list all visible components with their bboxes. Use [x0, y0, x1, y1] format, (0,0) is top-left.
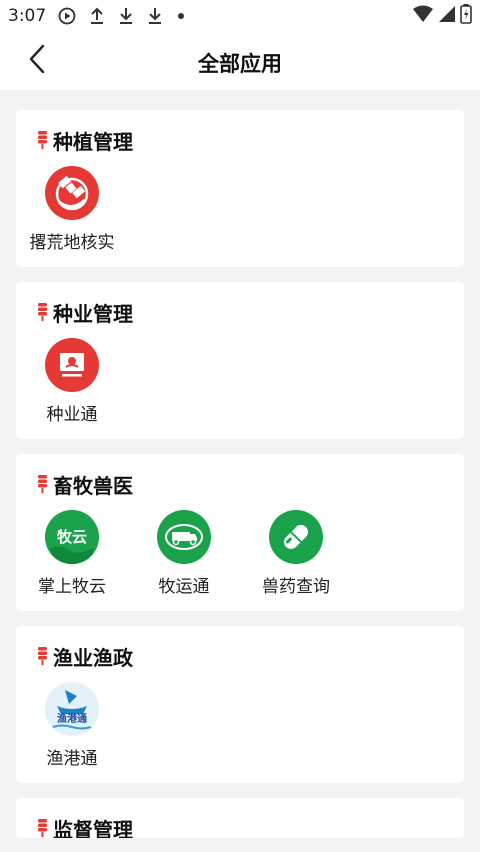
wheat-marker-icon [38, 303, 47, 321]
section-card: 渔业渔政 渔港通 渔港通 [16, 626, 464, 783]
logo-text: 渔港通 [57, 712, 87, 725]
app-vet-drug-query[interactable]: 兽药查询 [240, 510, 352, 597]
section-title: 畜牧兽医 [53, 473, 133, 498]
app-grid: 渔港通 渔港通 [16, 672, 464, 783]
app-label: 掌上牧云 [38, 577, 106, 597]
muyun-logo-icon: 牧云 [45, 510, 99, 564]
app-grid: 牧云 掌上牧云 牧运通 兽药查询 [16, 500, 464, 611]
capsule-icon [269, 510, 323, 564]
section-header: 种业管理 [16, 296, 464, 328]
section-title: 种植管理 [53, 129, 133, 154]
app-livestock-transport[interactable]: 牧运通 [128, 510, 240, 597]
app-label: 兽药查询 [262, 577, 330, 597]
app-pocket-muyun[interactable]: 牧云 掌上牧云 [16, 510, 128, 597]
signal-icon [438, 5, 456, 27]
wheat-marker-icon [38, 131, 47, 149]
section-card: 畜牧兽医 牧云 掌上牧云 牧运通 兽药查询 [16, 454, 464, 611]
section-card: 监督管理 [16, 798, 464, 838]
wheat-marker-icon [38, 819, 47, 837]
wheat-marker-icon [38, 475, 47, 493]
app-label: 撂荒地核实 [29, 233, 115, 253]
title-bar: 全部应用 [0, 32, 480, 90]
section-header: 畜牧兽医 [16, 468, 464, 500]
section-title: 渔业渔政 [53, 645, 133, 670]
status-time: 3:07 [8, 6, 47, 26]
app-grid: 撂荒地核实 [16, 156, 464, 267]
download-icon [118, 7, 134, 25]
wifi-icon [412, 5, 434, 27]
livestock-truck-icon [157, 510, 211, 564]
status-bar: 3:07 [0, 0, 480, 32]
battery-icon [460, 4, 472, 28]
app-label: 渔港通 [46, 749, 98, 769]
app-label: 种业通 [46, 405, 98, 425]
wheat-marker-icon [38, 647, 47, 665]
section-header: 种植管理 [16, 124, 464, 156]
satellite-globe-icon [45, 166, 99, 220]
section-card: 种植管理 撂荒地核实 [16, 110, 464, 267]
dot-icon [176, 11, 186, 21]
app-abandoned-land-check[interactable]: 撂荒地核实 [16, 166, 128, 253]
app-list: 种植管理 撂荒地核实 种业管理 种业通 畜牧兽医 牧云 掌上牧云 牧运通 兽药查… [16, 110, 464, 838]
app-seed-industry[interactable]: 种业通 [16, 338, 128, 425]
download-icon [147, 7, 163, 25]
section-header: 渔业渔政 [16, 640, 464, 672]
upload-icon [89, 7, 105, 25]
ship-logo-icon: 渔港通 [45, 682, 99, 736]
play-circle-icon [58, 7, 76, 25]
section-card: 种业管理 种业通 [16, 282, 464, 439]
logo-text: 牧云 [57, 528, 87, 546]
section-title: 种业管理 [53, 301, 133, 326]
app-fishing-port[interactable]: 渔港通 渔港通 [16, 682, 128, 769]
app-grid: 种业通 [16, 328, 464, 439]
section-header: 监督管理 [16, 812, 464, 838]
section-title: 监督管理 [53, 817, 133, 839]
monitor-seedling-icon [45, 338, 99, 392]
app-label: 牧运通 [158, 577, 210, 597]
page-title: 全部应用 [198, 52, 282, 76]
